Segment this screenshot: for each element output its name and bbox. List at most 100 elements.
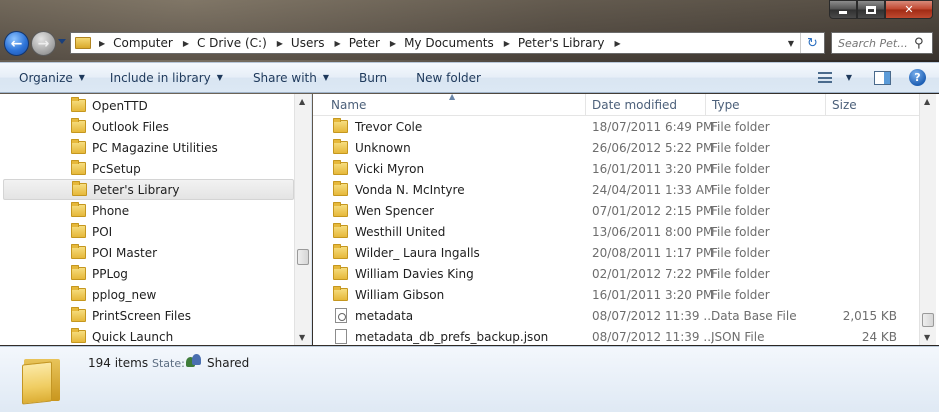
type-cell: Data Base File bbox=[711, 308, 797, 323]
file-row[interactable]: Unknown 26/06/2012 5:22 PM File folder bbox=[313, 137, 919, 158]
breadcrumb-my-documents[interactable]: My Documents bbox=[404, 36, 494, 50]
breadcrumb-peters-library[interactable]: Peter's Library bbox=[518, 36, 605, 50]
new-folder-button[interactable]: New folder bbox=[416, 71, 481, 85]
recent-pages-dropdown[interactable] bbox=[58, 39, 66, 44]
column-header-name[interactable]: Name bbox=[325, 94, 586, 116]
file-row[interactable]: Trevor Cole 18/07/2011 6:49 PM File folder bbox=[313, 116, 919, 137]
maximize-button[interactable] bbox=[857, 0, 885, 19]
scrollbar-thumb[interactable] bbox=[922, 313, 934, 327]
size-cell bbox=[831, 116, 897, 137]
scroll-up-icon[interactable]: ▲ bbox=[299, 97, 305, 106]
column-header-size[interactable]: Size bbox=[826, 94, 919, 116]
type-cell: File folder bbox=[711, 203, 770, 218]
scroll-up-icon[interactable]: ▲ bbox=[924, 97, 930, 106]
nav-tree-item-label: PC Magazine Utilities bbox=[92, 140, 218, 155]
nav-tree-item-label: POI Master bbox=[92, 245, 158, 260]
column-headers: ▲ Name Date modified Type Size bbox=[313, 92, 919, 116]
file-row[interactable]: Vicki Myron 16/01/2011 3:20 PM File folder bbox=[313, 158, 919, 179]
organize-button[interactable]: Organize ▼ bbox=[19, 71, 85, 85]
file-list-scrollbar[interactable]: ▲ ▼ bbox=[919, 94, 936, 345]
file-row[interactable]: Wen Spencer 07/01/2012 2:15 PM File folder bbox=[313, 200, 919, 221]
nav-tree-item-label: Peter's Library bbox=[93, 182, 180, 197]
item-count: 194 items bbox=[88, 356, 149, 370]
address-bar[interactable]: ▶ Computer ▶ C Drive (C:) ▶ Users ▶ Pete… bbox=[70, 32, 825, 54]
file-name: metadata bbox=[355, 308, 414, 323]
nav-tree-item-label: Phone bbox=[92, 203, 130, 218]
date-modified-cell: 16/01/2011 3:20 PM bbox=[592, 287, 714, 302]
help-icon[interactable]: ? bbox=[909, 69, 926, 86]
type-cell: File folder bbox=[711, 119, 770, 134]
nav-tree-item[interactable]: POI bbox=[3, 221, 294, 242]
back-arrow-icon: ← bbox=[10, 35, 23, 52]
search-box[interactable]: ⚲ bbox=[831, 32, 933, 54]
share-with-button[interactable]: Share with ▼ bbox=[253, 71, 329, 85]
file-row[interactable]: Wilder_ Laura Ingalls 20/08/2011 1:17 PM F… bbox=[313, 242, 919, 263]
forward-arrow-icon: → bbox=[37, 35, 50, 52]
file-row[interactable]: metadata 08/07/2012 11:39 ... Data Base Fi… bbox=[313, 305, 919, 326]
size-cell: 24 KB bbox=[861, 329, 897, 344]
nav-tree-item[interactable]: PrintScreen Files bbox=[3, 305, 294, 326]
details-view-icon bbox=[817, 72, 832, 83]
file-row[interactable]: Westhill United 13/06/2011 8:00 PM File fo… bbox=[313, 221, 919, 242]
address-history-dropdown[interactable]: ▼ bbox=[788, 39, 794, 48]
search-icon[interactable]: ⚲ bbox=[914, 36, 924, 51]
folder-icon bbox=[71, 244, 86, 259]
file-row[interactable]: William Gibson 16/01/2011 3:20 PM File fol… bbox=[313, 284, 919, 305]
include-in-library-button[interactable]: Include in library ▼ bbox=[110, 71, 223, 85]
date-modified-cell: 20/08/2011 1:17 PM bbox=[592, 245, 714, 260]
change-view-button[interactable]: ▼ bbox=[817, 72, 852, 83]
file-row[interactable]: William Davies King 02/01/2012 7:22 PM Fil… bbox=[313, 263, 919, 284]
nav-tree-item-label: Outlook Files bbox=[92, 119, 169, 134]
preview-pane-icon[interactable] bbox=[874, 70, 891, 85]
shared-users-icon bbox=[186, 354, 202, 368]
folder-icon bbox=[71, 223, 86, 238]
navigation-pane-scrollbar[interactable]: ▲ ▼ bbox=[294, 94, 311, 345]
nav-tree-item[interactable]: Outlook Files bbox=[3, 116, 294, 137]
folder-icon bbox=[333, 265, 348, 280]
nav-tree-item[interactable]: PPLog bbox=[3, 263, 294, 284]
chevron-right-icon[interactable]: ▶ bbox=[390, 39, 396, 48]
back-button[interactable]: ← bbox=[4, 31, 29, 56]
refresh-button[interactable]: ↻ bbox=[800, 33, 824, 53]
file-name: Vicki Myron bbox=[355, 161, 425, 176]
state-label: State: bbox=[152, 357, 185, 370]
nav-tree-item[interactable]: Quick Launch bbox=[3, 326, 294, 347]
close-button[interactable]: ✕ bbox=[885, 0, 933, 19]
nav-tree-item[interactable]: POI Master bbox=[3, 242, 294, 263]
file-row[interactable]: metadata_db_prefs_backup.json 08/07/2012 … bbox=[313, 326, 919, 347]
date-modified-cell: 07/01/2012 2:15 PM bbox=[592, 203, 714, 218]
nav-tree-item[interactable]: pplog_new bbox=[3, 284, 294, 305]
chevron-right-icon[interactable]: ▶ bbox=[277, 39, 283, 48]
breadcrumb-c-drive[interactable]: C Drive (C:) bbox=[197, 36, 267, 50]
nav-tree-item[interactable]: PcSetup bbox=[3, 158, 294, 179]
breadcrumb-users[interactable]: Users bbox=[291, 36, 325, 50]
file-name-cell: Unknown bbox=[333, 137, 411, 158]
file-row[interactable]: Vonda N. McIntyre 24/04/2011 1:33 AM File … bbox=[313, 179, 919, 200]
column-header-date-modified[interactable]: Date modified bbox=[586, 94, 706, 116]
chevron-right-icon[interactable]: ▶ bbox=[335, 39, 341, 48]
nav-tree-item[interactable]: Peter's Library bbox=[3, 179, 294, 200]
folder-icon bbox=[71, 328, 86, 343]
nav-tree-item[interactable]: PC Magazine Utilities bbox=[3, 137, 294, 158]
search-input[interactable] bbox=[838, 36, 912, 50]
folder-icon bbox=[72, 181, 87, 196]
chevron-right-icon[interactable]: ▶ bbox=[99, 39, 105, 48]
chevron-down-icon: ▼ bbox=[845, 73, 852, 82]
forward-button[interactable]: → bbox=[31, 31, 56, 56]
column-header-type[interactable]: Type bbox=[706, 94, 826, 116]
scroll-down-icon[interactable]: ▼ bbox=[299, 333, 305, 342]
chevron-right-icon[interactable]: ▶ bbox=[183, 39, 189, 48]
breadcrumb-peter[interactable]: Peter bbox=[349, 36, 380, 50]
chevron-right-icon[interactable]: ▶ bbox=[504, 39, 510, 48]
nav-tree-item[interactable]: OpenTTD bbox=[3, 95, 294, 116]
refresh-icon: ↻ bbox=[807, 35, 818, 51]
chevron-right-icon[interactable]: ▶ bbox=[614, 39, 620, 48]
file-name-cell: William Davies King bbox=[333, 263, 474, 284]
burn-button[interactable]: Burn bbox=[359, 71, 387, 85]
breadcrumb-computer[interactable]: Computer bbox=[113, 36, 173, 50]
minimize-button[interactable] bbox=[829, 0, 857, 19]
nav-tree-item[interactable]: Phone bbox=[3, 200, 294, 221]
folder-icon bbox=[71, 118, 86, 133]
scroll-down-icon[interactable]: ▼ bbox=[924, 333, 930, 342]
scrollbar-thumb[interactable] bbox=[297, 249, 309, 265]
